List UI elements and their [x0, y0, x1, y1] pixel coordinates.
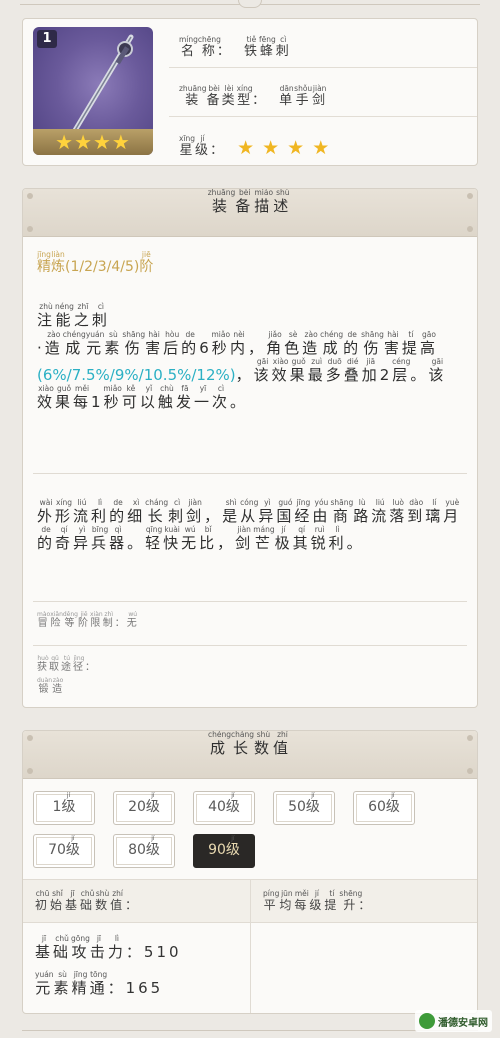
elemental-mastery: 元yuán素sù精jīng通tōng：165 — [35, 970, 164, 997]
description-header: 装zhuāng备bèi描miáo述shù — [23, 189, 477, 237]
name-row: 名míng称chēng： 铁tiě蜂fēng刺cì — [169, 19, 477, 68]
weapon-portrait: 1 ★★★★ — [33, 27, 153, 155]
level-button-80[interactable]: 80级jí — [113, 834, 175, 868]
star-icon: ★ — [287, 137, 307, 159]
initial-stats-label: 初chū始shǐ基jī础chǔ数shù值zhí： — [35, 889, 141, 912]
level-badge: 1 — [37, 30, 57, 48]
leaf-logo-icon — [419, 1013, 435, 1029]
rarity-stars: ★ ★ ★ ★ — [237, 139, 337, 158]
avg-growth-label: 平píng均jūn每měi级jí提tí升shēng： — [263, 889, 374, 912]
weapon-name: 铁tiě蜂fēng刺cì — [243, 35, 291, 59]
level-button-40[interactable]: 40级jí — [193, 791, 255, 825]
growth-stats-card: 成chéng长cháng数shù值zhí 1级jí 20级jí 40级jí 50级jí… — [22, 730, 478, 1014]
column-divider — [250, 879, 251, 1013]
bottom-rule — [22, 1030, 478, 1031]
divider — [33, 601, 467, 602]
type-label: 装zhuāng备bèi类lèi型xíng： — [179, 84, 268, 108]
section-title: 装zhuāng备bèi描miáo述shù — [207, 188, 293, 215]
level-button-1[interactable]: 1级jí — [33, 791, 95, 825]
obtain-value: 锻duàn造zào — [37, 677, 65, 695]
rarity-label: 星xīng级jí： — [179, 134, 226, 158]
refinement-label: 精jīng炼liàn(1/2/3/4/5)阶jiē — [37, 250, 154, 275]
level-button-70[interactable]: 70级jí — [33, 834, 95, 868]
divider — [33, 645, 467, 646]
site-watermark: 潘德安卓网 — [415, 1010, 492, 1032]
star-icon: ★ — [237, 137, 257, 159]
level-button-90[interactable]: 90级jí — [193, 834, 255, 868]
star-icon: ★ — [312, 137, 332, 159]
level-button-60[interactable]: 60级jí — [353, 791, 415, 825]
rank-limit: 冒mào险xiǎn等děng阶jiē限xiàn制zhì：无wú — [37, 611, 139, 629]
passive-description: ·造zào成chéng元yuán素sù伤shāng害hài后hòu的de6秒mi… — [37, 330, 447, 411]
divider — [33, 473, 467, 474]
name-label: 名míng称chēng： — [179, 35, 232, 59]
top-ornament — [0, 0, 500, 14]
obtain-label: 获huò取qǔ途tú径jìng： — [37, 655, 97, 673]
level-button-20[interactable]: 20级jí — [113, 791, 175, 825]
type-row: 装zhuāng备bèi类lèi型xíng： 单dān手shǒu剑jiàn — [169, 68, 477, 117]
growth-header: 成chéng长cháng数shù值zhí — [23, 731, 477, 779]
base-atk: 基jī础chǔ攻gōng击jī力lì：510 — [35, 934, 182, 961]
rarity-row: 星xīng级jí： ★ ★ ★ ★ — [169, 117, 477, 165]
weapon-type: 单dān手shǒu剑jiàn — [279, 84, 328, 108]
refinement-values: (6%/7.5%/9%/10.5%/12%) — [37, 366, 236, 384]
star-icon: ★ — [262, 137, 282, 159]
lore-text: 外wài形xíng流liú利lì的de细xì长cháng刺cì剑jiàn，是sh… — [37, 498, 462, 552]
weapon-info-card: 1 ★★★★ 名míng称chēng： 铁tiě蜂fēng刺cì 装zhuāng… — [22, 18, 478, 166]
description-card: 装zhuāng备bèi描miáo述shù 精jīng炼liàn(1/2/3/4/… — [22, 188, 478, 708]
level-button-50[interactable]: 50级jí — [273, 791, 335, 825]
section-title: 成chéng长cháng数shù值zhí — [207, 730, 292, 757]
portrait-stars: ★★★★ — [33, 129, 153, 155]
